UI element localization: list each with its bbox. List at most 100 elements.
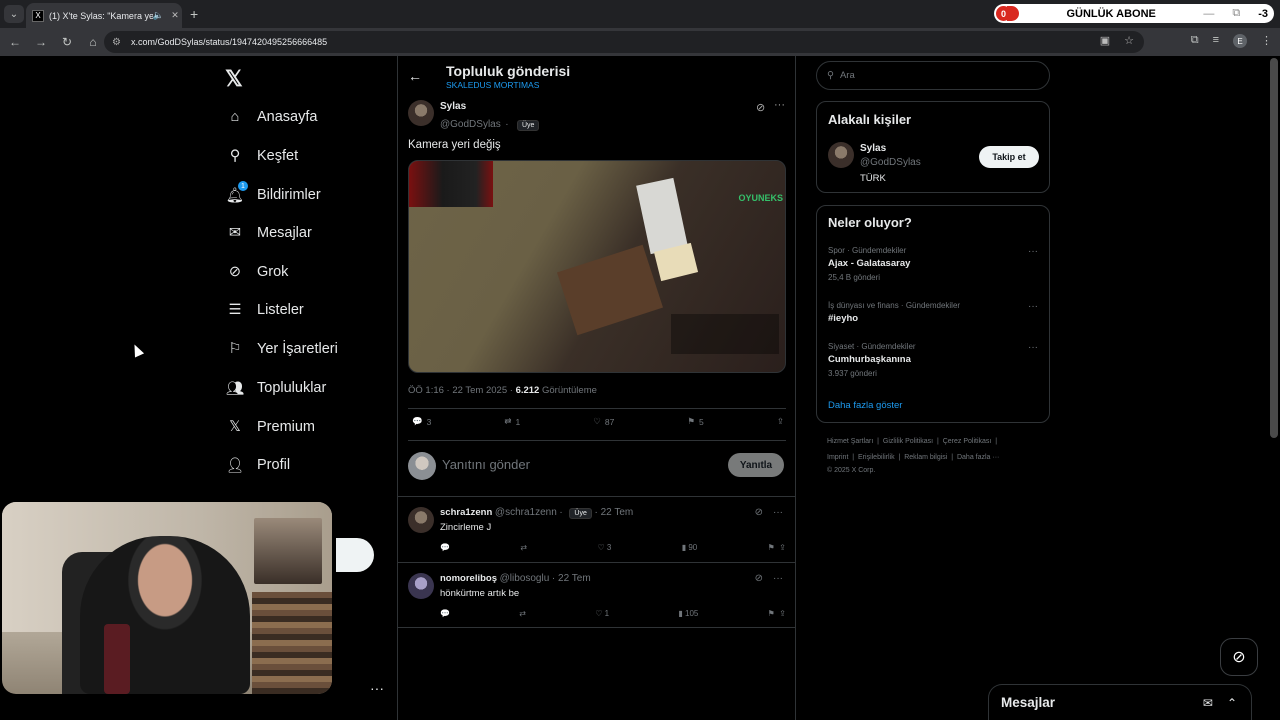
reply-handle[interactable]: @libosoglu <box>500 573 550 584</box>
home-browser-icon[interactable]: ⌂ <box>82 35 104 49</box>
cast-icon[interactable]: ▣ <box>1100 34 1110 47</box>
x-logo-icon[interactable]: 𝕏 <box>225 66 243 92</box>
tab-search-button[interactable]: ⌄ <box>4 5 24 23</box>
expand-icon[interactable]: ⌃ <box>1227 696 1237 710</box>
trend-item[interactable]: İş dünyası ve finans · Gündemdekiler #ie… <box>828 301 1038 324</box>
related-name[interactable]: Sylas <box>860 143 921 154</box>
repost-action[interactable]: ⇄ 1 <box>504 416 520 427</box>
audio-icon[interactable]: 🔈 <box>153 10 164 21</box>
account-more-icon[interactable]: ··· <box>370 680 384 696</box>
footer-link[interactable]: Gizlilik Politikası <box>883 438 933 445</box>
trend-item[interactable]: Spor · Gündemdekiler Ajax - Galatasaray … <box>828 246 1038 282</box>
search-input[interactable]: ⚲ Ara <box>816 61 1050 90</box>
sidebar-item-search[interactable]: ⚲ Keşfet <box>225 145 298 167</box>
star-icon[interactable]: ☆ <box>1124 34 1134 47</box>
related-avatar[interactable] <box>828 142 854 168</box>
back-arrow-icon[interactable]: ← <box>408 68 422 84</box>
post-video[interactable]: OYUNEKS <box>408 160 786 373</box>
reply-author-name[interactable]: nomoreliboş <box>440 573 497 584</box>
footer-link[interactable]: Reklam bilgisi <box>904 454 947 461</box>
back-icon[interactable]: ← <box>4 35 26 49</box>
footer-link[interactable]: Imprint <box>827 454 848 461</box>
share-icon[interactable]: ⇪ <box>777 416 784 427</box>
reply-avatar[interactable] <box>408 507 434 533</box>
like-action[interactable]: ♡ 87 <box>593 416 614 427</box>
reply-action[interactable]: 💬 3 <box>412 416 431 427</box>
reply-count: 3 <box>426 416 432 427</box>
author-name[interactable]: Sylas <box>440 101 539 112</box>
show-more-link[interactable]: Daha fazla göster <box>828 400 902 411</box>
media-icon[interactable]: ≡ <box>1213 34 1219 48</box>
bookmark-icon[interactable]: ⚑ ⇪ <box>768 543 786 552</box>
bookmark-action[interactable]: ⚑ 5 <box>687 416 703 427</box>
view-count: 90 <box>688 543 698 552</box>
post-time[interactable]: ÖÖ 1:16 · 22 Tem 2025 · <box>408 385 516 396</box>
close-tab-icon[interactable]: ✕ <box>168 10 182 21</box>
reply-button[interactable]: Yanıtla <box>728 453 784 477</box>
reply-date[interactable]: 22 Tem <box>558 573 591 584</box>
author-avatar[interactable] <box>408 100 434 126</box>
footer-link[interactable]: Hizmet Şartları <box>827 438 873 445</box>
sidebar-item-communities[interactable]: 👥︎ Topluluklar <box>225 377 327 399</box>
reply-avatar[interactable] <box>408 573 434 599</box>
more-icon[interactable]: ··· <box>773 573 783 584</box>
menu-icon[interactable]: ⋮ <box>1261 34 1272 48</box>
minimize-icon[interactable]: — <box>1203 8 1214 20</box>
extensions-icon[interactable]: ⧉ <box>1191 34 1199 48</box>
repost-icon[interactable]: ⇄ <box>520 543 527 552</box>
trend-item[interactable]: Siyaset · Gündemdekiler Cumhurbaşkanına … <box>828 342 1038 378</box>
new-tab-button[interactable]: + <box>190 6 198 22</box>
views-action[interactable]: ▮ 105 <box>678 609 698 618</box>
address-bar[interactable]: ⚙ x.com/GodDSylas/status/194742049525666… <box>104 31 1144 53</box>
reply-item[interactable]: nomoreliboş @libosoglu · 22 Tem ⊘ ··· hön… <box>398 562 795 628</box>
grok-icon[interactable]: ⊘ <box>755 573 763 584</box>
forward-icon[interactable]: → <box>30 35 52 49</box>
reply-input[interactable]: Yanıtını gönder <box>442 457 530 472</box>
sidebar-item-mail[interactable]: ✉ Mesajlar <box>225 222 312 244</box>
post-meta: ÖÖ 1:16 · 22 Tem 2025 · 6.212 Görüntülem… <box>408 385 597 396</box>
more-icon[interactable]: ··· <box>773 507 783 518</box>
reply-item[interactable]: schra1zenn @schra1zenn · Üye · 22 Tem ⊘ ·… <box>398 496 795 562</box>
community-name[interactable]: SKALEDUS MORTIMAS <box>446 80 539 90</box>
reply-handle[interactable]: @schra1zenn <box>495 507 557 518</box>
messages-drawer[interactable]: Mesajlar ✉ ⌃ <box>988 684 1252 720</box>
footer-link[interactable]: Çerez Politikası <box>943 438 992 445</box>
reply-actions: 💬 ⇄ ♡ 1 ▮ 105 ⚑ ⇪ <box>440 609 786 618</box>
related-handle[interactable]: @GodDSylas <box>860 157 921 168</box>
browser-tab[interactable]: X (1) X'te Sylas: "Kamera yeri 🔈 ✕ <box>26 3 182 28</box>
site-info-icon[interactable]: ⚙ <box>112 37 121 48</box>
sidebar-item-home[interactable]: ⌂ Anasayfa <box>225 106 318 128</box>
follow-button[interactable]: Takip et <box>979 146 1039 168</box>
views-action[interactable]: ▮ 90 <box>682 543 698 552</box>
more-icon[interactable]: ··· <box>1028 342 1038 353</box>
profile-avatar[interactable]: E <box>1233 34 1247 48</box>
like-action[interactable]: ♡ 3 <box>597 543 611 552</box>
reload-icon[interactable]: ↻ <box>56 35 78 49</box>
sidebar-item-x-logo[interactable]: 𝕏 Premium <box>225 416 315 438</box>
reply-icon[interactable]: 💬 <box>440 609 450 618</box>
more-icon[interactable]: ··· <box>1028 301 1038 312</box>
reply-author-name[interactable]: schra1zenn <box>440 507 492 518</box>
post-button-partial[interactable] <box>336 538 374 572</box>
sidebar-item-list[interactable]: ☰ Listeler <box>225 299 304 321</box>
sidebar-item-bookmark[interactable]: ⚐ Yer İşaretleri <box>225 338 338 360</box>
scrollbar[interactable] <box>1270 58 1278 438</box>
grok-post-icon[interactable]: ⊘ <box>756 101 765 114</box>
bookmark-icon[interactable]: ⚑ ⇪ <box>768 609 786 618</box>
more-options-icon[interactable]: ··· <box>774 99 785 111</box>
more-icon[interactable]: ··· <box>1028 246 1038 257</box>
footer-link[interactable]: Erişilebilirlik <box>858 454 895 461</box>
repost-icon[interactable]: ⇄ <box>519 609 526 618</box>
restore-icon[interactable]: ⧉ <box>1232 7 1240 20</box>
grok-floating-button[interactable]: ⊘ <box>1220 638 1258 676</box>
sidebar-item-person[interactable]: 👤︎ Profil <box>225 454 290 476</box>
reply-date[interactable]: 22 Tem <box>601 507 634 518</box>
new-message-icon[interactable]: ✉ <box>1203 696 1213 710</box>
reply-icon[interactable]: 💬 <box>440 543 450 552</box>
sidebar-item-grok[interactable]: ⊘ Grok <box>225 261 289 283</box>
like-action[interactable]: ♡ 1 <box>595 609 609 618</box>
author-handle[interactable]: @GodDSylas <box>440 119 501 130</box>
footer-link[interactable]: Daha fazla ··· <box>957 454 999 461</box>
sidebar-item-bell[interactable]: 🔔︎ 1 Bildirimler <box>225 181 321 206</box>
grok-icon[interactable]: ⊘ <box>755 507 763 518</box>
